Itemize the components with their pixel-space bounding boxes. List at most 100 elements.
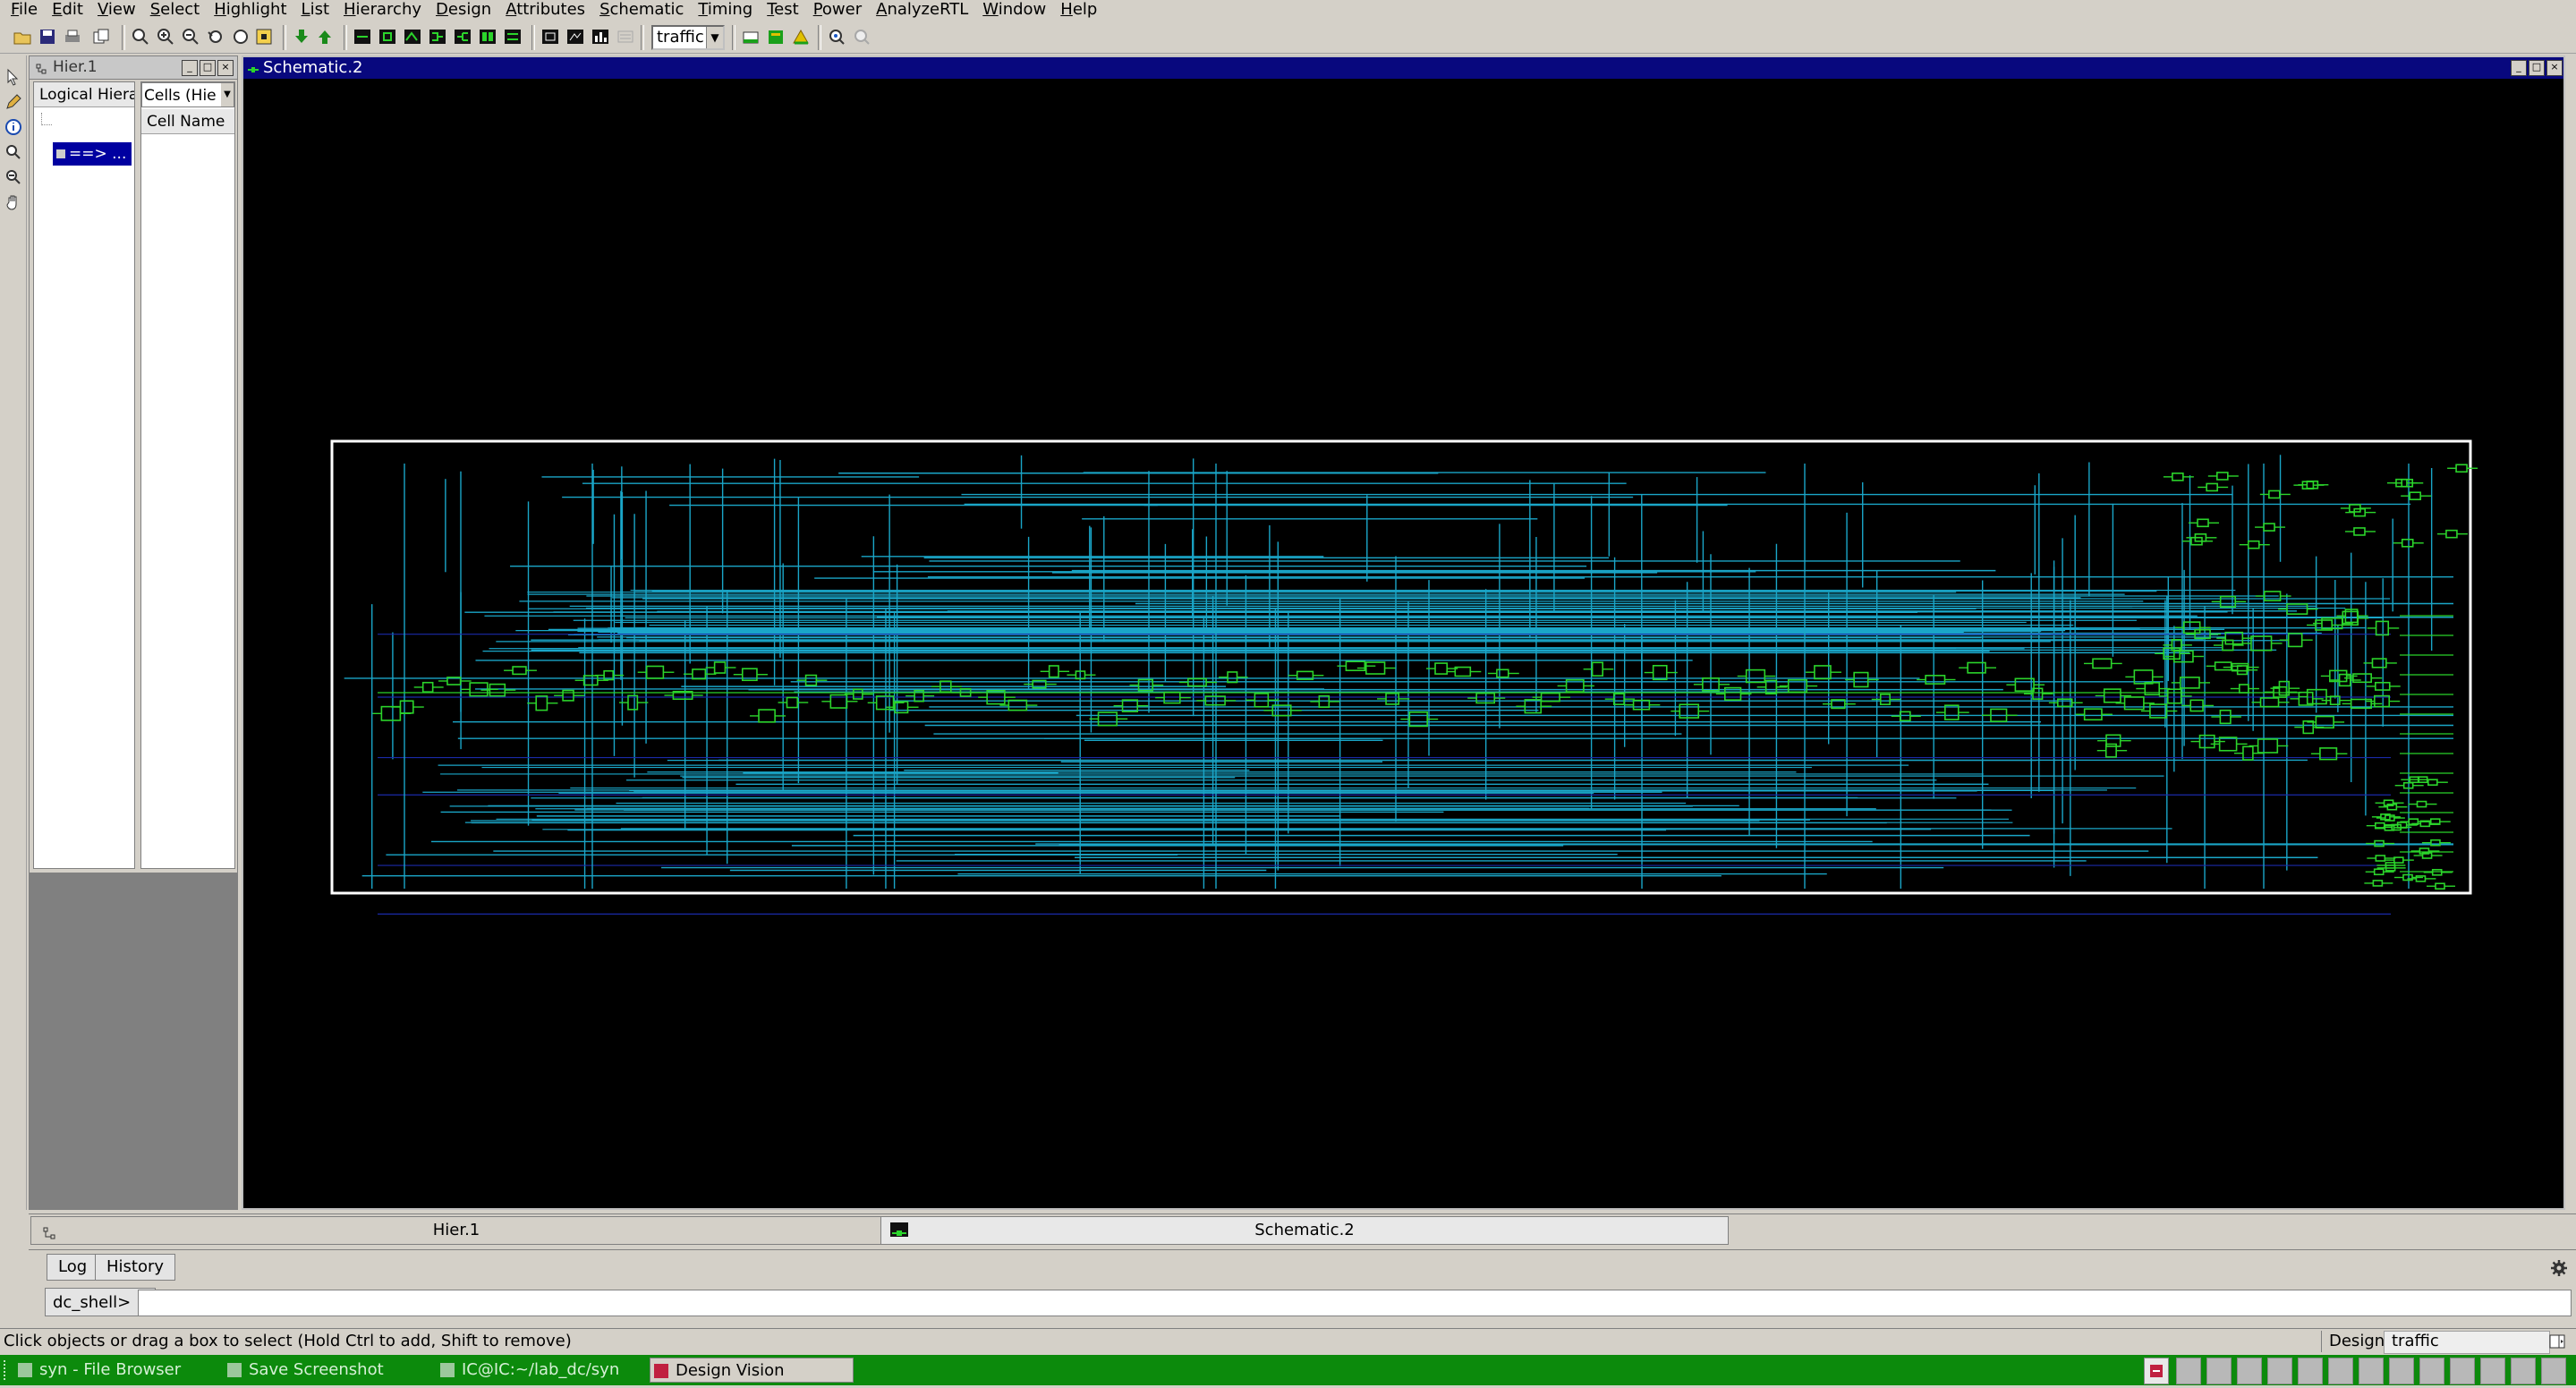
logic-cell[interactable] [2218, 737, 2238, 752]
menu-view[interactable]: View [90, 0, 143, 20]
logic-cell[interactable] [2247, 540, 2260, 549]
logic-cell[interactable] [2083, 708, 2103, 721]
logic-cell[interactable] [1524, 699, 1543, 714]
logic-cell[interactable] [2302, 720, 2315, 735]
logic-cell[interactable] [1853, 671, 1869, 688]
logic-cell[interactable] [2092, 658, 2113, 669]
cells-select[interactable]: Cells (Hie ▼ [141, 82, 234, 107]
logical-hierarchy-header[interactable]: Logical Hiera [34, 82, 134, 107]
tray-app-icon[interactable] [2144, 1358, 2169, 1384]
schematic-canvas[interactable] [243, 79, 2563, 1208]
logic-cell[interactable] [1385, 693, 1400, 705]
print-icon[interactable] [63, 27, 82, 47]
menu-timing[interactable]: Timing [691, 0, 760, 20]
menu-design[interactable]: Design [429, 0, 498, 20]
workspace-4[interactable] [2267, 1358, 2292, 1384]
schematic-fanout-icon[interactable] [453, 27, 472, 47]
zoom-out-tool-icon[interactable] [4, 168, 22, 186]
workspace-12[interactable] [2511, 1358, 2536, 1384]
workspace-11[interactable] [2480, 1358, 2505, 1384]
logic-cell[interactable] [2257, 738, 2279, 754]
workspace-13[interactable] [2541, 1358, 2566, 1384]
menu-hierarchy[interactable]: Hierarchy [336, 0, 429, 20]
logic-cell[interactable] [2427, 779, 2438, 787]
schematic-selected-icon[interactable] [378, 27, 397, 47]
logic-cell[interactable] [1652, 664, 1668, 681]
taskbar-item-2[interactable]: Save Screenshot [224, 1358, 426, 1383]
command-input[interactable] [138, 1290, 2572, 1316]
cell-name-header[interactable]: Cell Name [141, 109, 234, 134]
logic-cell[interactable] [2415, 875, 2427, 882]
logic-cell[interactable] [562, 689, 574, 702]
logic-cell[interactable] [489, 683, 506, 697]
taskbar-item-4[interactable]: Design Vision [650, 1358, 854, 1383]
logic-cell[interactable] [2445, 529, 2458, 539]
open-icon[interactable] [13, 27, 32, 47]
taskbar-item-3[interactable]: IC@IC:~/lab_dc/syn [437, 1358, 639, 1383]
menu-attributes[interactable]: Attributes [498, 0, 592, 20]
workspace-6[interactable] [2328, 1358, 2353, 1384]
logic-cell[interactable] [2239, 684, 2249, 694]
tab-log[interactable]: Log [47, 1254, 99, 1281]
workspace-3[interactable] [2237, 1358, 2262, 1384]
workspace-8[interactable] [2389, 1358, 2414, 1384]
logic-cell[interactable] [627, 694, 639, 711]
logic-cell[interactable] [2268, 490, 2281, 499]
logic-cell[interactable] [2236, 665, 2249, 676]
logic-cell[interactable] [1365, 661, 1386, 675]
menu-highlight[interactable]: Highlight [207, 0, 293, 20]
menu-select[interactable]: Select [143, 0, 208, 20]
workspace-9[interactable] [2419, 1358, 2444, 1384]
logic-cell[interactable] [2371, 658, 2387, 668]
logic-cell[interactable] [786, 696, 799, 709]
menu-test[interactable]: Test [760, 0, 805, 20]
logic-cell[interactable] [1612, 693, 1625, 705]
logic-cell[interactable] [2409, 491, 2421, 500]
info-icon[interactable] [4, 118, 22, 136]
logic-cell[interactable] [2263, 523, 2275, 532]
workspace-10[interactable] [2450, 1358, 2475, 1384]
select-icon[interactable] [254, 27, 274, 47]
logic-cell[interactable] [2401, 538, 2414, 548]
tab-history[interactable]: History [95, 1254, 176, 1281]
logic-cell[interactable] [2103, 688, 2121, 703]
net-wires[interactable] [344, 455, 2478, 915]
logic-cell[interactable] [645, 665, 665, 679]
logic-cell[interactable] [399, 700, 414, 714]
timing-report-icon[interactable] [766, 27, 786, 47]
logic-cell[interactable] [713, 661, 727, 674]
logic-cell[interactable] [2373, 868, 2385, 876]
logic-cell[interactable] [582, 675, 599, 686]
logic-cell[interactable] [421, 681, 434, 693]
workspace-1[interactable] [2176, 1358, 2201, 1384]
logic-cell[interactable] [2197, 518, 2209, 528]
tab-hier[interactable]: Hier.1 [30, 1216, 882, 1245]
logic-cell[interactable] [2393, 856, 2404, 864]
menu-window[interactable]: Window [975, 0, 1053, 20]
timing-path-icon[interactable] [741, 27, 761, 47]
zoom-in-icon[interactable] [156, 27, 175, 47]
logic-cell[interactable] [2250, 635, 2273, 651]
taskbar-item-1[interactable]: syn - File Browser [14, 1358, 215, 1383]
schematic-ports-icon[interactable] [503, 27, 523, 47]
logic-cell[interactable] [2219, 595, 2237, 608]
zoom-fit-icon[interactable] [131, 27, 150, 47]
logic-cell[interactable] [1434, 662, 1449, 675]
logic-cell[interactable] [2352, 673, 2372, 684]
logic-cell[interactable] [1227, 671, 1238, 684]
logic-cell[interactable] [2179, 677, 2200, 689]
zoom-box-icon[interactable] [231, 27, 251, 47]
zoom-tool-icon[interactable] [827, 27, 846, 47]
save-icon[interactable] [38, 27, 57, 47]
logic-cell[interactable] [1254, 693, 1270, 708]
logic-cell[interactable] [1591, 661, 1604, 677]
logic-cell[interactable] [1048, 665, 1059, 678]
logic-cell[interactable] [2222, 639, 2234, 651]
logic-cell[interactable] [1097, 711, 1118, 727]
logic-cell[interactable] [2315, 715, 2334, 729]
zoom-in-tool-icon[interactable] [4, 143, 22, 161]
logic-cell[interactable] [380, 705, 402, 721]
logic-cell[interactable] [2435, 882, 2445, 890]
logic-cell[interactable] [2375, 855, 2386, 862]
symbol-view2-icon[interactable] [565, 27, 585, 47]
